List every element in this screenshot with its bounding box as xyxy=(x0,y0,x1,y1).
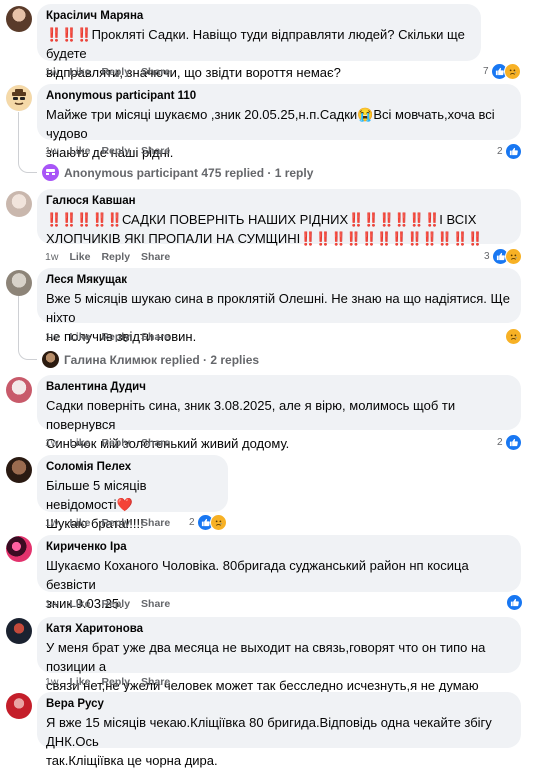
reaction-summary[interactable]: 7 xyxy=(483,63,521,80)
comment-time[interactable]: 1w xyxy=(45,598,58,610)
comment-actions: 1w Like Reply Share xyxy=(45,517,170,529)
like-reaction-icon xyxy=(504,434,522,451)
share-button[interactable]: Share xyxy=(141,66,170,78)
reaction-count: 7 xyxy=(483,66,489,77)
reply-button[interactable]: Reply xyxy=(101,251,130,263)
emoji: ‼️‼️‼️ xyxy=(46,27,93,42)
comment-time[interactable]: 1w xyxy=(45,66,58,78)
avatar[interactable] xyxy=(6,85,32,111)
comment-bubble: Anonymous participant 110 Майже три міся… xyxy=(37,84,521,160)
comment-time[interactable]: 1w xyxy=(45,437,58,449)
comment-bubble: Галюся Кавшан ‼️‼️‼️‼️‼️САДКИ ПОВЕРНІТЬ … xyxy=(37,189,521,246)
share-button[interactable]: Share xyxy=(141,331,170,343)
share-button[interactable]: Share xyxy=(141,676,170,688)
share-button[interactable]: Share xyxy=(141,598,170,610)
reaction-summary[interactable] xyxy=(504,594,523,611)
sad-reaction-icon xyxy=(503,63,521,80)
comment-bubble: Соломія Пелех Більше 5 місяців невідомос… xyxy=(37,455,228,531)
reaction-summary[interactable]: 3 xyxy=(484,248,522,265)
sad-reaction-icon xyxy=(209,514,227,531)
avatar[interactable] xyxy=(6,191,32,217)
reply-button[interactable]: Reply xyxy=(101,517,130,529)
comment-bubble: Катя Харитонова У меня брат уже два меся… xyxy=(37,617,521,693)
like-reaction-icon xyxy=(506,594,523,611)
comment-text: Я вже 15 місяців чекаю.Кліщіївка 80 бриг… xyxy=(46,715,492,768)
share-button[interactable]: Share xyxy=(141,251,170,263)
comment-author[interactable]: Кириченко Іра xyxy=(46,540,510,554)
like-button[interactable]: Like xyxy=(69,517,90,529)
comment-time[interactable]: 1w xyxy=(45,331,58,343)
like-button[interactable]: Like xyxy=(69,676,90,688)
avatar[interactable] xyxy=(6,618,32,644)
comment-time[interactable]: 1w xyxy=(45,517,58,529)
comment-actions: 1w Like Reply Share xyxy=(45,66,170,78)
comment-author[interactable]: Вера Русу xyxy=(46,697,510,711)
comment-actions: 1w Like Reply Share xyxy=(45,598,170,610)
comment-time[interactable]: 1w xyxy=(45,676,58,688)
like-button[interactable]: Like xyxy=(69,251,90,263)
share-button[interactable]: Share xyxy=(141,517,170,529)
comment-author[interactable]: Катя Харитонова xyxy=(46,622,510,636)
comment-bubble: Леся Мякущак Вже 5 місяців шукаю сина в … xyxy=(37,268,521,344)
share-button[interactable]: Share xyxy=(141,145,170,157)
comment-bubble: Кириченко Іра Шукаємо Коханого Чоловіка.… xyxy=(37,535,521,611)
comment-bubble: Валентина Дудич Садки поверніть сина, зн… xyxy=(37,375,521,451)
comment-author[interactable]: Валентина Дудич xyxy=(46,380,510,394)
reaction-summary[interactable]: 2 xyxy=(497,143,522,160)
comment-bubble: Красілич Маряна ‼️‼️‼️Прокляті Садки. На… xyxy=(37,4,481,80)
like-button[interactable]: Like xyxy=(69,437,90,449)
comment-author[interactable]: Галюся Кавшан xyxy=(46,194,510,208)
reaction-summary[interactable]: 2 xyxy=(497,434,522,451)
thread-connector xyxy=(18,112,37,173)
comment-author[interactable]: Леся Мякущак xyxy=(46,273,510,287)
reaction-count: 2 xyxy=(189,517,195,528)
comment-author[interactable]: Красілич Маряна xyxy=(46,9,470,23)
comment-actions: 1w Like Reply Share xyxy=(45,251,170,263)
comment-time[interactable]: 1w xyxy=(45,145,58,157)
reply-button[interactable]: Reply xyxy=(101,66,130,78)
like-button[interactable]: Like xyxy=(69,598,90,610)
avatar[interactable] xyxy=(6,457,32,483)
comment-actions: 1w Like Reply Share xyxy=(45,437,170,449)
replies-label: Anonymous participant 475 replied · 1 re… xyxy=(64,165,314,180)
share-button[interactable]: Share xyxy=(141,437,170,449)
reply-button[interactable]: Reply xyxy=(101,598,130,610)
like-button[interactable]: Like xyxy=(69,66,90,78)
comment-time[interactable]: 1w xyxy=(45,251,58,263)
avatar[interactable] xyxy=(6,270,32,296)
comment-actions: 1w Like Reply Share xyxy=(45,676,170,688)
like-button[interactable]: Like xyxy=(69,331,90,343)
replies-label: Галина Климюк replied · 2 replies xyxy=(64,352,260,367)
avatar xyxy=(42,164,59,181)
reply-button[interactable]: Reply xyxy=(101,437,130,449)
avatar[interactable] xyxy=(6,377,32,403)
avatar xyxy=(42,351,59,368)
reply-button[interactable]: Reply xyxy=(101,331,130,343)
reaction-summary[interactable] xyxy=(503,328,522,345)
sad-reaction-icon xyxy=(504,248,522,265)
like-reaction-icon xyxy=(504,143,522,160)
avatar[interactable] xyxy=(6,693,32,719)
comment-actions: 1w Like Reply Share xyxy=(45,331,170,343)
reaction-summary[interactable]: 2 xyxy=(189,514,227,531)
comment-author[interactable]: Anonymous participant 110 xyxy=(46,89,510,103)
avatar[interactable] xyxy=(6,6,32,32)
comment-text: ‼️‼️‼️‼️‼️САДКИ ПОВЕРНІТЬ НАШИХ РІДНИХ‼️… xyxy=(46,212,483,246)
sad-reaction-icon xyxy=(505,328,522,345)
avatar[interactable] xyxy=(6,536,32,562)
comment-author[interactable]: Соломія Пелех xyxy=(46,460,217,474)
view-replies-link[interactable]: Галина Климюк replied · 2 replies xyxy=(42,351,259,368)
reply-button[interactable]: Reply xyxy=(101,145,130,157)
like-button[interactable]: Like xyxy=(69,145,90,157)
reaction-count: 3 xyxy=(484,251,490,262)
comment-bubble: Вера Русу Я вже 15 місяців чекаю.Кліщіїв… xyxy=(37,692,521,768)
comment-actions: 1w Like Reply Share xyxy=(45,145,170,157)
reaction-count: 2 xyxy=(497,437,503,448)
reply-button[interactable]: Reply xyxy=(101,676,130,688)
view-replies-link[interactable]: Anonymous participant 475 replied · 1 re… xyxy=(42,164,313,181)
reaction-count: 2 xyxy=(497,146,503,157)
thread-connector xyxy=(18,296,37,360)
